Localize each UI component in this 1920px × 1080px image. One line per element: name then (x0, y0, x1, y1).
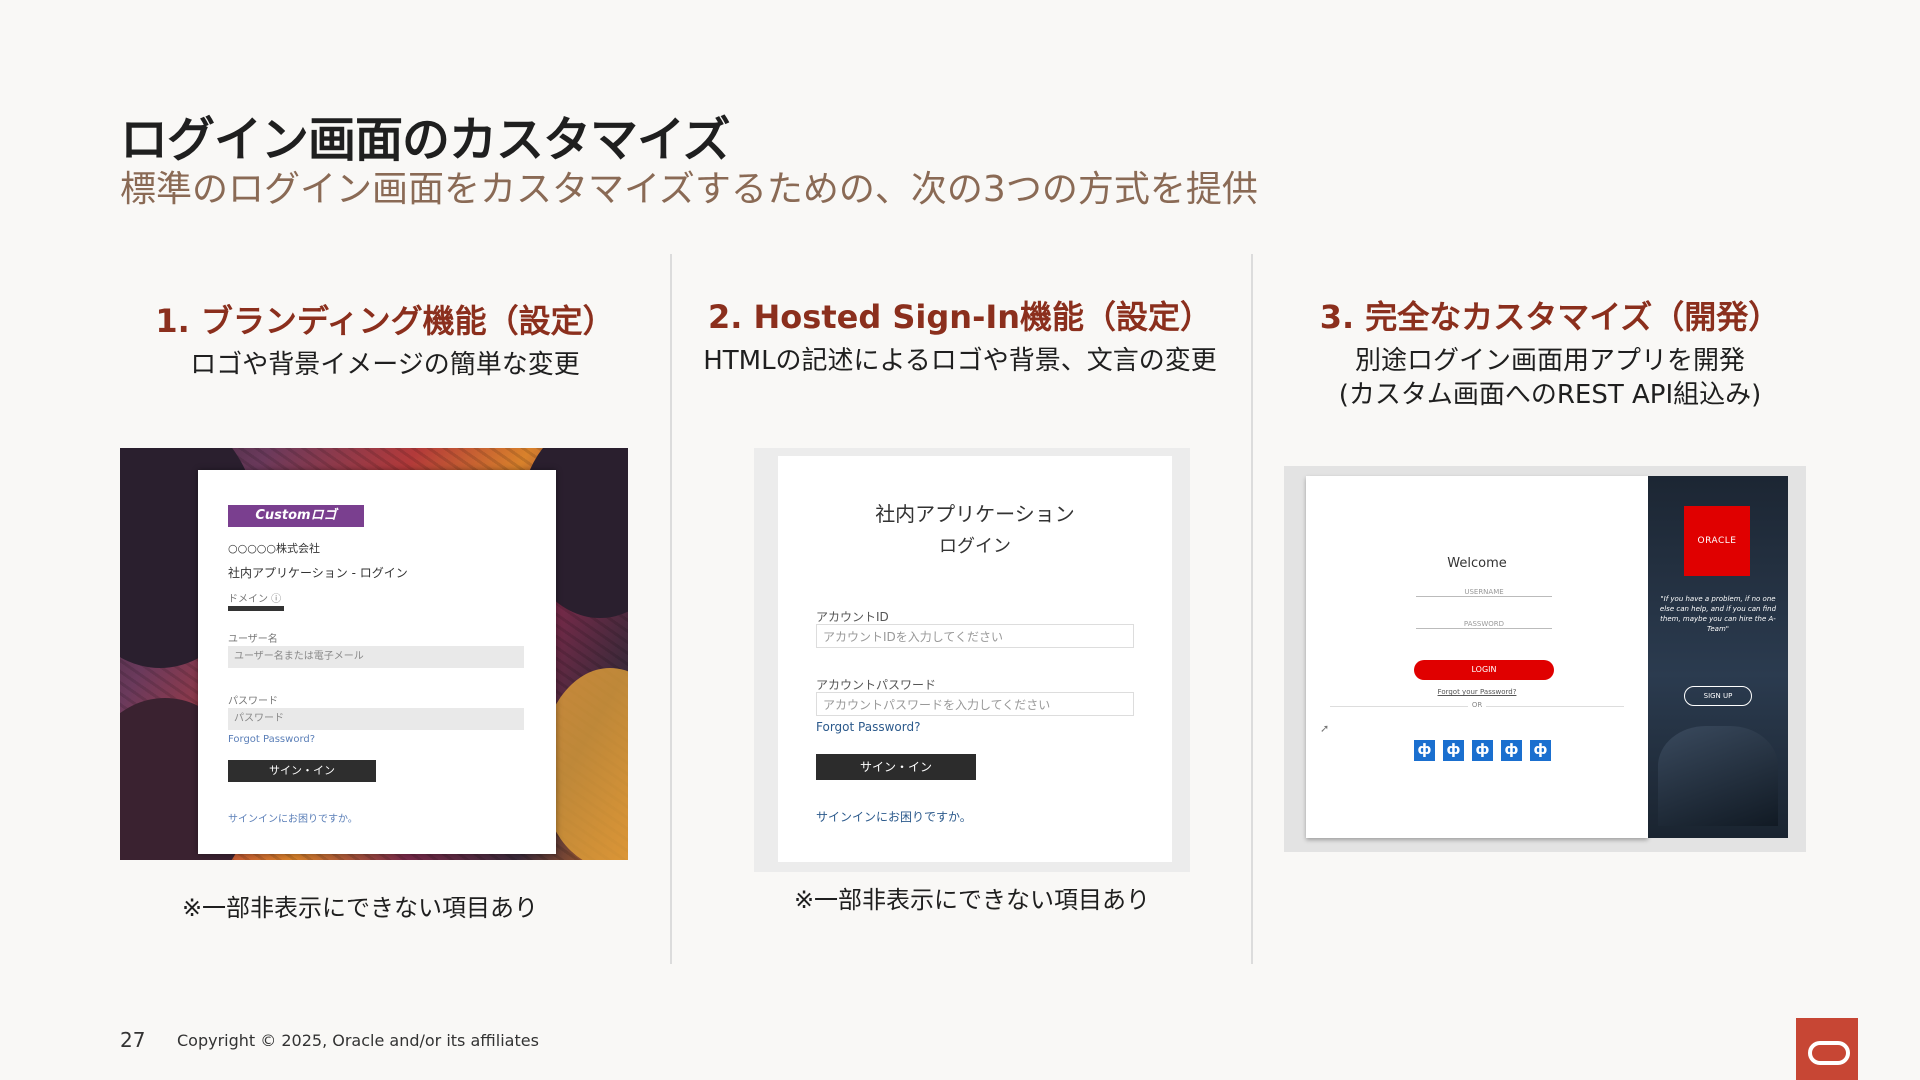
sailboat-image (1658, 726, 1778, 826)
welcome-heading: Welcome (1447, 556, 1507, 571)
account-id-input[interactable]: アカウントIDを入力してください (816, 624, 1134, 648)
password-label: パスワード (228, 696, 278, 707)
login-card: 社内アプリケーション ログイン アカウントID アカウントIDを入力してください… (778, 456, 1172, 862)
social-login-icon[interactable]: ф (1501, 740, 1522, 761)
copyright-text: Copyright © 2025, Oracle and/or its affi… (177, 1031, 539, 1050)
signin-help-link[interactable]: サインインにお困りですか。 (228, 810, 358, 825)
username-label: ユーザー名 (228, 634, 278, 645)
social-login-icons: ф ф ф ф ф (1414, 740, 1551, 761)
column-1-title: 1. ブランディング機能（設定） (155, 302, 615, 340)
column-2-description: HTMLの記述によるロゴや背景、文言の変更 (703, 346, 1217, 376)
redacted-domain (228, 606, 284, 611)
column-3-description-line1: 別途ログイン画面用アプリを開発 (1354, 346, 1745, 376)
login-card: Welcome USERNAME PASSWORD LOGIN Forgot y… (1306, 476, 1648, 838)
login-heading: ログイン (939, 536, 1011, 557)
custom-logo: Customロゴ (228, 505, 364, 527)
column-divider (1251, 254, 1253, 964)
promo-quote: "If you have a problem, if no one else c… (1659, 595, 1777, 633)
branding-login-screenshot: Customロゴ ○○○○○株式会社 社内アプリケーション - ログイン ドメイ… (120, 448, 628, 860)
column-3-description-line2: (カスタム画面へのREST API組込み) (1338, 380, 1762, 410)
social-login-icon[interactable]: ф (1530, 740, 1551, 761)
account-password-label: アカウントパスワード (816, 678, 937, 692)
signin-button[interactable]: サイン・イン (816, 754, 976, 780)
signin-button[interactable]: サイン・イン (228, 760, 376, 782)
cursor-icon: ➚ (1320, 722, 1330, 735)
signup-button[interactable]: SIGN UP (1684, 686, 1752, 706)
column-divider (670, 254, 672, 964)
column-2-title: 2. Hosted Sign-In機能（設定） (707, 298, 1213, 336)
password-input[interactable]: パスワード (228, 708, 524, 730)
column-1-description: ロゴや背景イメージの簡単な変更 (190, 350, 580, 380)
custom-login-screenshot: Welcome USERNAME PASSWORD LOGIN Forgot y… (1284, 466, 1806, 852)
signin-help-link[interactable]: サインインにお困りですか。 (816, 808, 972, 825)
column-1-note: ※一部非表示にできない項目あり (181, 894, 539, 922)
hosted-signin-screenshot: 社内アプリケーション ログイン アカウントID アカウントIDを入力してください… (754, 448, 1190, 872)
oracle-logo-icon (1796, 1018, 1858, 1080)
page-number: 27 (120, 1028, 146, 1052)
column-2-note: ※一部非表示にできない項目あり (793, 886, 1151, 914)
domain-label: ドメイン ⓘ (228, 594, 282, 605)
password-field[interactable]: PASSWORD (1416, 620, 1552, 629)
login-button[interactable]: LOGIN (1414, 660, 1554, 680)
promo-panel: ORACLE "If you have a problem, if no one… (1648, 476, 1788, 838)
login-card: Customロゴ ○○○○○株式会社 社内アプリケーション - ログイン ドメイ… (198, 470, 556, 854)
social-login-icon[interactable]: ф (1414, 740, 1435, 761)
account-id-label: アカウントID (816, 610, 889, 624)
username-input[interactable]: ユーザー名または電子メール (228, 646, 524, 668)
column-3-title: 3. 完全なカスタマイズ（開発） (1319, 298, 1781, 336)
page-subtitle: 標準のログイン画面をカスタマイズするための、次の3つの方式を提供 (120, 169, 1258, 210)
forgot-password-link[interactable]: Forgot Password? (228, 734, 315, 745)
forgot-password-link[interactable]: Forgot your Password? (1306, 688, 1648, 696)
social-login-icon[interactable]: ф (1472, 740, 1493, 761)
username-field[interactable]: USERNAME (1416, 588, 1552, 597)
oracle-logo: ORACLE (1684, 506, 1750, 576)
account-password-input[interactable]: アカウントパスワードを入力してください (816, 692, 1134, 716)
social-login-icon[interactable]: ф (1443, 740, 1464, 761)
app-heading: 社内アプリケーション (875, 502, 1075, 526)
app-title: 社内アプリケーション - ログイン (228, 566, 408, 580)
oracle-o-shape (1808, 1041, 1850, 1065)
or-text: OR (1467, 701, 1487, 709)
company-name: ○○○○○株式会社 (228, 542, 320, 555)
or-label: OR (1330, 701, 1624, 709)
forgot-password-link[interactable]: Forgot Password? (816, 720, 920, 734)
